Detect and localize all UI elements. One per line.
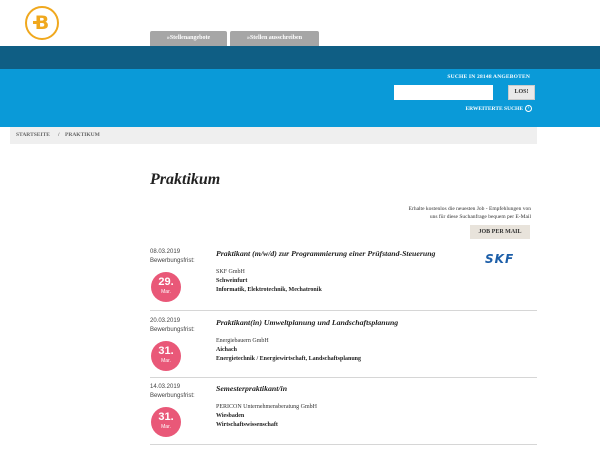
- deadline-badge: 31. Mar.: [151, 407, 181, 437]
- mail-notice-line1: Erhalte kostenlos die neuesten Job - Emp…: [408, 206, 531, 212]
- tab-stellenangebote[interactable]: »Stellenangebote: [150, 31, 227, 46]
- breadcrumb: STARTSEITE / PRAKTIKUM: [10, 127, 537, 144]
- deadline-day: 31.: [158, 411, 174, 423]
- deadline-month: Mar.: [161, 289, 171, 295]
- job-listing[interactable]: 20.03.2019 Bewerbungsfrist: 31. Mar. Pra…: [150, 318, 537, 384]
- job-date: 20.03.2019: [150, 318, 181, 324]
- site-logo[interactable]: B: [25, 6, 59, 40]
- job-title-link[interactable]: Praktikant (m/w/d) zur Programmierung ei…: [216, 249, 435, 258]
- advanced-search-link[interactable]: ERWEITERTE SUCHE: [430, 106, 523, 112]
- deadline-label: Bewerbungsfrist:: [150, 327, 195, 333]
- deadline-label: Bewerbungsfrist:: [150, 393, 195, 399]
- mail-notice: Erhalte kostenlos die neuesten Job - Emp…: [360, 205, 531, 221]
- job-date: 14.03.2019: [150, 384, 181, 390]
- job-date: 08.03.2019: [150, 249, 181, 255]
- deadline-month: Mar.: [161, 424, 171, 430]
- job-fields: Energietechnik / Energiewirtschaft, Land…: [216, 356, 362, 362]
- job-location: Schweinfurt: [216, 278, 248, 284]
- job-listing[interactable]: 14.03.2019 Bewerbungsfrist: 31. Mar. Sem…: [150, 384, 537, 450]
- job-location: Aichach: [216, 347, 237, 353]
- logo-b-icon: B: [34, 12, 50, 34]
- page-title: Praktikum: [150, 171, 221, 188]
- deadline-badge: 29. Mar.: [151, 272, 181, 302]
- deadline-badge: 31. Mar.: [151, 341, 181, 371]
- search-title: SUCHE IN 28148 ANGEBOTEN: [447, 74, 530, 80]
- deadline-month: Mar.: [161, 358, 171, 364]
- company-logo-skf[interactable]: SKF: [485, 252, 525, 266]
- deadline-day: 31.: [158, 345, 174, 357]
- divider: [150, 444, 537, 445]
- job-per-mail-button[interactable]: JOB PER MAIL: [470, 225, 530, 239]
- breadcrumb-home[interactable]: STARTSEITE: [16, 132, 50, 138]
- job-fields: Wirtschaftswissenschaft: [216, 422, 278, 428]
- job-company: PERICON Unternehmensberatung GmbH: [216, 404, 317, 410]
- deadline-day: 29.: [158, 276, 174, 288]
- job-company: SKF GmbH: [216, 269, 245, 275]
- search-button[interactable]: LOS!: [508, 85, 535, 100]
- logo-dash: [33, 21, 39, 24]
- search-input[interactable]: [394, 85, 493, 100]
- job-listing[interactable]: 08.03.2019 Bewerbungsfrist: 29. Mar. Pra…: [150, 249, 537, 315]
- breadcrumb-current: PRAKTIKUM: [65, 132, 100, 138]
- job-title-link[interactable]: Praktikant(in) Umweltplanung und Landsch…: [216, 318, 398, 327]
- divider: [150, 377, 537, 378]
- job-title-link[interactable]: Semesterpraktikant/in: [216, 384, 287, 393]
- mail-notice-line2: uns für diese Suchanfrage bequem per E-M…: [429, 214, 531, 220]
- job-location: Wiesbaden: [216, 413, 245, 419]
- tab-stellen-ausschreiben[interactable]: »Stellen ausschreiben: [230, 31, 319, 46]
- deadline-label: Bewerbungsfrist:: [150, 258, 195, 264]
- job-fields: Informatik, Elektrotechnik, Mechatronik: [216, 287, 322, 293]
- breadcrumb-separator: /: [58, 132, 60, 138]
- header-band-dark: [0, 46, 600, 69]
- divider: [150, 310, 537, 311]
- chevron-circle-icon[interactable]: ›: [525, 105, 532, 112]
- job-company: Energiebauern GmbH: [216, 338, 269, 344]
